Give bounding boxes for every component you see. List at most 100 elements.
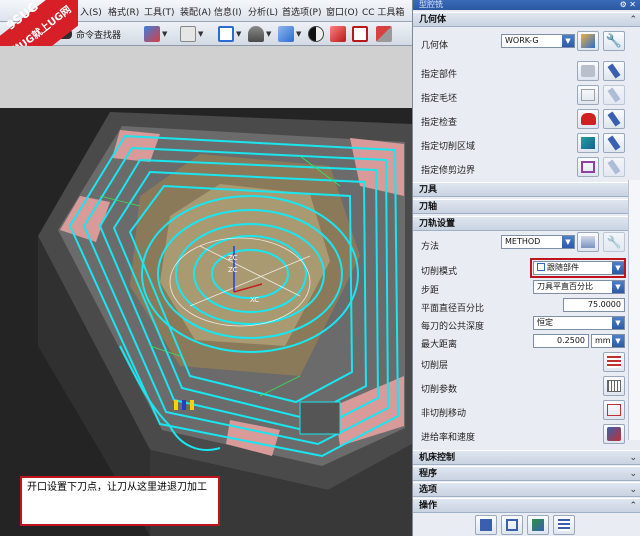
- menu-information[interactable]: 信息(I): [214, 5, 242, 18]
- max-distance-input[interactable]: 0.2500: [533, 334, 589, 348]
- flat-percent-input[interactable]: 75.0000: [563, 298, 625, 312]
- dialog-controls[interactable]: ⚙ ✕: [620, 0, 636, 10]
- shade-button[interactable]: [308, 25, 324, 43]
- menu-analysis[interactable]: 分析(L): [248, 5, 278, 18]
- stepover-label: 步距: [421, 286, 440, 296]
- common-depth-value: 恒定: [537, 318, 553, 327]
- method-icon: [581, 236, 595, 248]
- feeds-speeds-label: 进给率和速度: [421, 433, 476, 443]
- menu-format[interactable]: 格式(R): [108, 5, 139, 18]
- feeds-speeds-button[interactable]: [603, 424, 625, 444]
- geometry-icon: [581, 34, 595, 48]
- method-select[interactable]: METHOD ▼: [501, 235, 575, 249]
- chevron-down-icon: ▼: [612, 317, 624, 329]
- axis-x-label: XC: [250, 296, 259, 304]
- non-cut-moves-icon: [607, 404, 621, 416]
- snap-button[interactable]: ▼: [180, 25, 203, 43]
- section-program-label: 程序: [419, 469, 438, 479]
- check-geometry-icon: [580, 113, 596, 125]
- list-button[interactable]: [553, 515, 575, 535]
- view-orient-button[interactable]: ▼: [278, 25, 301, 43]
- specify-part-torch-button[interactable]: [603, 61, 625, 81]
- brand-logo: 9SUG 学UG就上UG网: [0, 0, 78, 52]
- menu-preferences[interactable]: 首选项(P): [282, 5, 321, 18]
- specify-blank-label: 指定毛坯: [421, 94, 458, 104]
- cut-levels-label: 切削层: [421, 361, 449, 371]
- non-cut-moves-button[interactable]: [603, 400, 625, 420]
- annotation-callout: 开口设置下刀点，让刀从这里进退刀加工: [20, 476, 220, 526]
- max-distance-unit-select[interactable]: mm ▼: [591, 334, 625, 348]
- side-scroll-strip[interactable]: [628, 180, 640, 440]
- wireframe-button[interactable]: [352, 25, 368, 43]
- cut-params-label: 切削参数: [421, 385, 458, 395]
- section-actions[interactable]: 操作 ⌃: [413, 498, 640, 513]
- dialog-title-bar: 型腔铣 ⚙ ✕: [413, 0, 640, 10]
- wireframe-cube-icon: [352, 26, 368, 42]
- replay-button[interactable]: [501, 515, 523, 535]
- wrench-icon: 🔧: [605, 33, 623, 49]
- replay-icon: [506, 519, 518, 531]
- section-geometry[interactable]: 几何体 ⌃: [413, 12, 640, 27]
- section-view-button[interactable]: [376, 25, 392, 43]
- flashlight-icon: [607, 63, 621, 79]
- new-method-button[interactable]: [577, 232, 599, 252]
- red-cube-icon: [330, 26, 346, 42]
- specify-cut-area-label: 指定切削区域: [421, 142, 476, 152]
- cut-levels-icon: [607, 356, 621, 368]
- menu-tools[interactable]: 工具(T): [144, 5, 175, 18]
- new-geometry-button[interactable]: [577, 31, 599, 51]
- specify-cut-area-torch-button[interactable]: [603, 133, 625, 153]
- menu-insert[interactable]: 入(S): [80, 5, 102, 18]
- specify-trim-button[interactable]: [577, 157, 599, 177]
- flashlight-icon: [607, 159, 621, 175]
- chevron-down-icon: ▼: [562, 35, 574, 47]
- edit-geometry-button[interactable]: 🔧: [603, 31, 625, 51]
- cut-area-icon: [581, 137, 595, 149]
- stepover-select[interactable]: 刀具平直百分比 ▼: [533, 280, 625, 294]
- section-options[interactable]: 选项 ⌄: [413, 482, 640, 497]
- command-finder-label: 命令查找器: [76, 30, 122, 41]
- specify-blank-torch-button[interactable]: [603, 85, 625, 105]
- half-sphere-icon: [308, 26, 324, 42]
- specify-check-label: 指定检查: [421, 118, 458, 128]
- cut-params-button[interactable]: [603, 376, 625, 396]
- cut-params-icon: [607, 380, 621, 392]
- cut-levels-button[interactable]: [603, 352, 625, 372]
- cube-view-icon: [278, 26, 294, 42]
- section-path-settings[interactable]: 刀轨设置 ⌃: [413, 216, 640, 231]
- chevron-down-icon: ▼: [612, 335, 624, 347]
- common-depth-select[interactable]: 恒定 ▼: [533, 316, 625, 330]
- section-machine-control[interactable]: 机床控制 ⌄: [413, 450, 640, 465]
- section-program[interactable]: 程序 ⌄: [413, 466, 640, 481]
- specify-trim-torch-button[interactable]: [603, 157, 625, 177]
- generate-button[interactable]: [475, 515, 497, 535]
- axis-z2-label: ZC: [228, 266, 238, 274]
- selection-filter-button[interactable]: ▼: [144, 25, 167, 43]
- fit-view-button[interactable]: ▼: [218, 25, 241, 43]
- verify-button[interactable]: [527, 515, 549, 535]
- specify-blank-button[interactable]: [577, 85, 599, 105]
- specify-check-button[interactable]: [577, 109, 599, 129]
- flashlight-icon: [607, 135, 621, 151]
- menu-assembly[interactable]: 装配(A): [180, 5, 211, 18]
- specify-check-torch-button[interactable]: [603, 109, 625, 129]
- menu-cc-toolbox[interactable]: CC 工具箱: [362, 5, 404, 18]
- common-depth-label: 每刀的公共深度: [421, 322, 485, 332]
- geometry-select[interactable]: WORK-G ▼: [501, 34, 575, 48]
- dialog-title: 型腔铣: [419, 0, 443, 9]
- specify-part-label: 指定部件: [421, 70, 458, 80]
- section-cube-icon: [376, 26, 392, 42]
- specify-part-button[interactable]: [577, 61, 599, 81]
- specify-trim-label: 指定修剪边界: [421, 166, 476, 176]
- graphics-viewport[interactable]: ZC ZC XC 开口设置下刀点，让刀从这里进退刀加工: [0, 46, 412, 536]
- section-tool[interactable]: 刀具 ⌄: [413, 182, 640, 197]
- menu-window[interactable]: 窗口(O): [326, 5, 358, 18]
- part-color-button[interactable]: [330, 25, 346, 43]
- specify-cut-area-button[interactable]: [577, 133, 599, 153]
- edit-method-button[interactable]: 🔧: [603, 232, 625, 252]
- verify-icon: [532, 519, 544, 531]
- section-actions-label: 操作: [419, 501, 438, 511]
- render-style-button[interactable]: ▼: [248, 25, 271, 43]
- section-tool-axis[interactable]: 刀轴 ⌄: [413, 199, 640, 214]
- section-options-label: 选项: [419, 485, 438, 495]
